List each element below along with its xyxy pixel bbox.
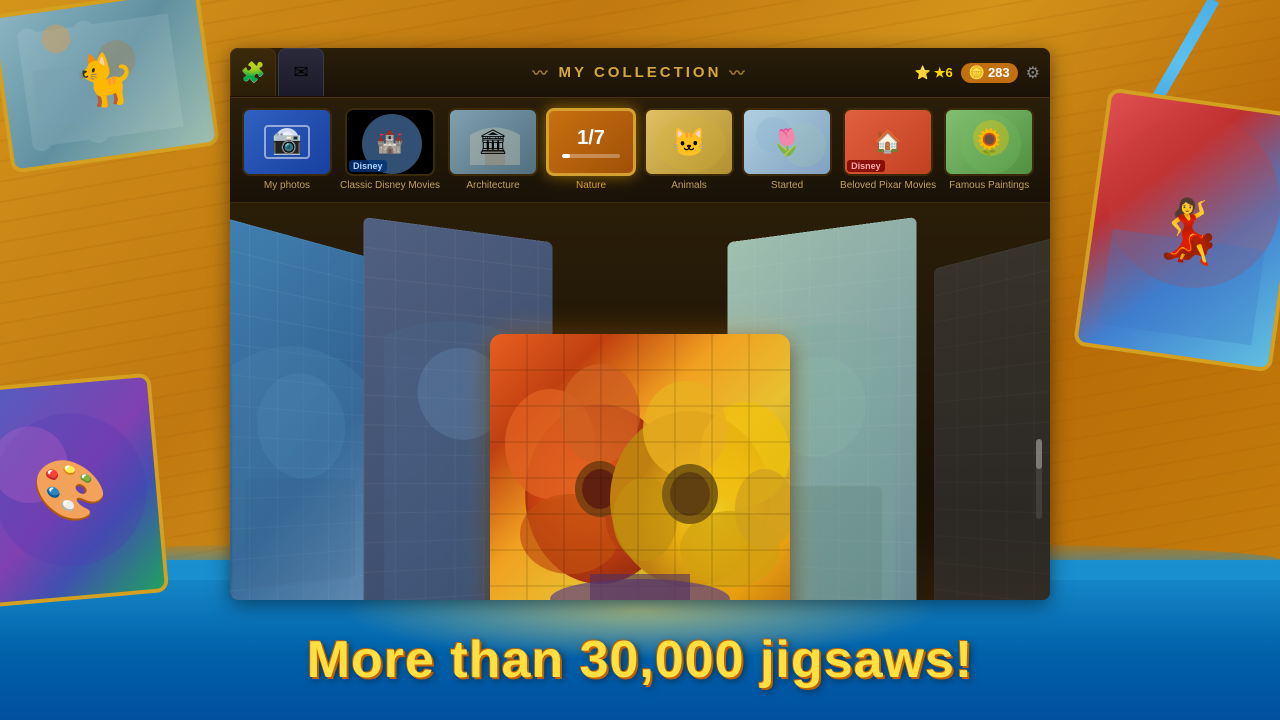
category-animals[interactable]: 🐱 Animals xyxy=(644,108,734,192)
coin-badge: 🪙 283 xyxy=(961,63,1018,83)
category-thumb-pixar: 🏠 Disney xyxy=(843,108,933,176)
nature-progress-text: 1/7 xyxy=(577,127,605,150)
category-my-photos[interactable]: 📷 My photos xyxy=(242,108,332,192)
category-label-disney: Classic Disney Movies xyxy=(340,180,440,192)
nav-puzzle-btn[interactable]: 🧩 xyxy=(230,48,276,96)
category-thumb-animals: 🐱 xyxy=(644,108,734,176)
coin-count: 283 xyxy=(988,65,1010,80)
category-classic-disney[interactable]: 🏰 Disney Classic Disney Movies xyxy=(340,108,440,192)
category-label-animals: Animals xyxy=(671,180,707,192)
main-panel: MY COLLECTION ⭐ ★6 🪙 283 ⚙ xyxy=(230,48,1050,600)
category-label-paintings: Famous Paintings xyxy=(949,180,1029,192)
settings-button[interactable]: ⚙ xyxy=(1026,63,1040,83)
nav-mail-btn[interactable]: ✉ xyxy=(278,48,324,96)
puzzle-image xyxy=(490,334,790,600)
corner-puzzle-bl: 🎨 xyxy=(0,373,169,608)
coin-icon: 🪙 xyxy=(969,65,985,81)
category-label-pixar: Beloved Pixar Movies xyxy=(840,180,936,192)
panel-lines-r2 xyxy=(934,236,1050,600)
puzzle-showcase: © 2021 Disney/Pixar xyxy=(230,203,1050,600)
category-thumb-nature: 1/7 xyxy=(546,108,636,176)
star-count: ★6 xyxy=(934,65,953,81)
category-thumb-photos: 📷 xyxy=(242,108,332,176)
nature-progress-bar xyxy=(562,154,621,158)
category-architecture[interactable]: 🏛 Architecture xyxy=(448,108,538,192)
category-started[interactable]: 🌷 Started xyxy=(742,108,832,192)
category-thumb-arch: 🏛 xyxy=(448,108,538,176)
scroll-indicator xyxy=(1036,439,1042,519)
category-paintings[interactable]: 🌻 Famous Paintings xyxy=(944,108,1034,192)
right-panel-2[interactable] xyxy=(934,236,1050,600)
scroll-thumb xyxy=(1036,439,1042,469)
star-icon: ⭐ xyxy=(915,65,931,81)
center-puzzle[interactable] xyxy=(490,334,790,600)
category-label-arch: Architecture xyxy=(466,180,519,192)
nav-bar: 🧩 ✉ xyxy=(230,48,324,96)
collection-title: MY COLLECTION xyxy=(533,62,748,83)
header-actions: ⭐ ★6 🪙 283 ⚙ xyxy=(915,63,1040,83)
category-thumb-disney: 🏰 Disney xyxy=(345,108,435,176)
category-nature[interactable]: 1/7 Nature xyxy=(546,108,636,192)
category-thumb-paintings: 🌻 xyxy=(944,108,1034,176)
category-pixar[interactable]: 🏠 Disney Beloved Pixar Movies xyxy=(840,108,936,192)
category-label-photos: My photos xyxy=(264,180,310,192)
left-panel-2[interactable] xyxy=(230,217,374,600)
categories-row: 📷 My photos 🏰 Disney Classic Disney Movi… xyxy=(230,98,1050,203)
category-label-nature: Nature xyxy=(576,180,606,192)
bottom-tagline: More than 30,000 jigsaws! xyxy=(0,630,1280,690)
category-label-started: Started xyxy=(771,180,803,192)
header-bar: MY COLLECTION ⭐ ★6 🪙 283 ⚙ xyxy=(230,48,1050,98)
nature-progress-fill xyxy=(562,154,570,158)
star-badge: ⭐ ★6 xyxy=(915,65,953,81)
corner-puzzle-tl: 🐈 xyxy=(0,0,220,174)
category-thumb-started: 🌷 xyxy=(742,108,832,176)
corner-puzzle-tr: 💃 xyxy=(1073,87,1280,372)
